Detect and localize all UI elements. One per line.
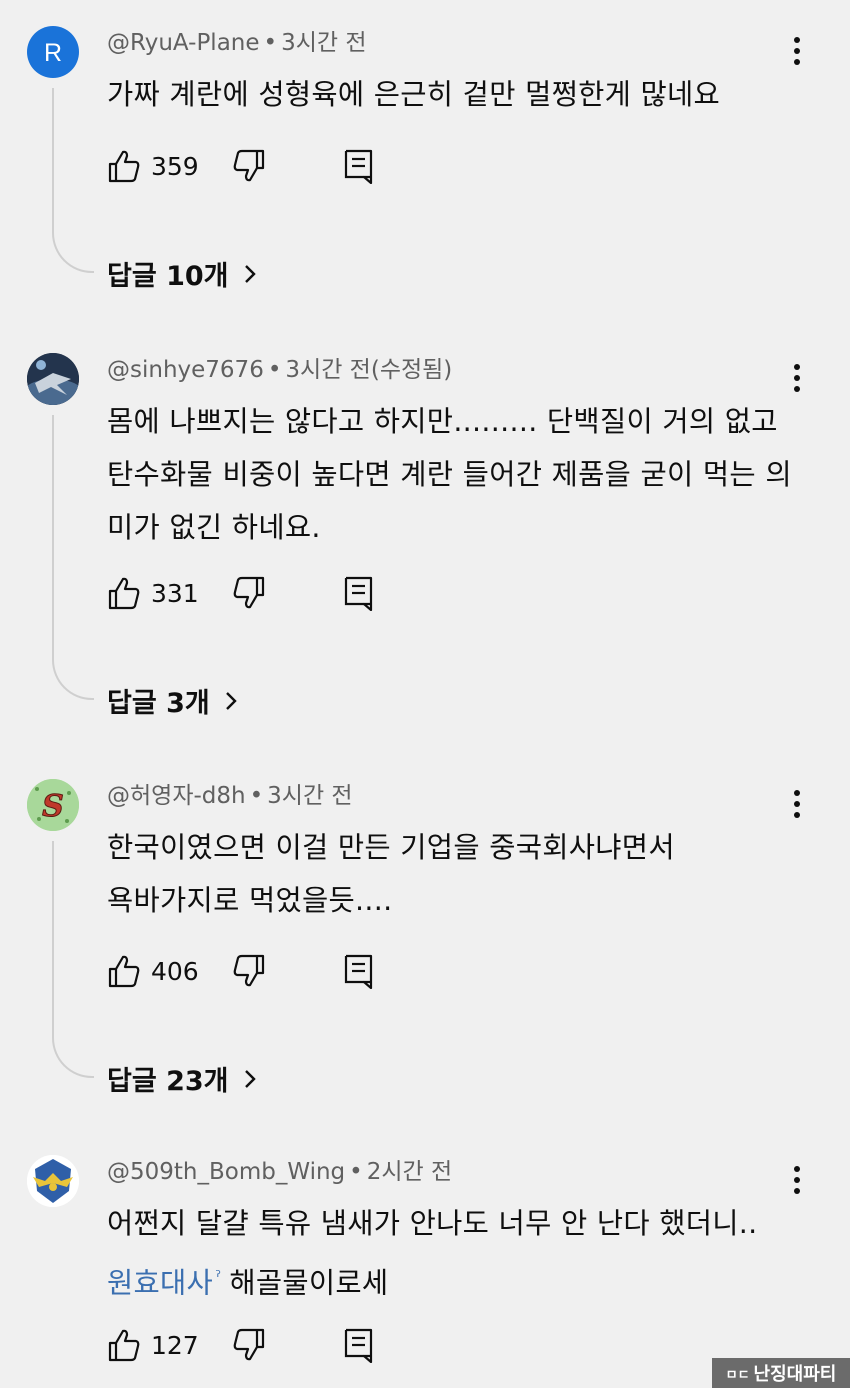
separator-dot: • bbox=[267, 357, 282, 383]
thread-line bbox=[52, 88, 94, 273]
thread-line bbox=[52, 415, 94, 700]
like-button[interactable]: 406 bbox=[107, 953, 199, 989]
reply-button[interactable] bbox=[344, 953, 374, 989]
like-button[interactable]: 331 bbox=[107, 575, 199, 611]
avatar[interactable] bbox=[27, 1155, 79, 1207]
dislike-button[interactable] bbox=[232, 953, 266, 989]
thumbs-up-icon bbox=[108, 577, 140, 610]
reply-comment-icon bbox=[344, 576, 373, 611]
watermark-text: 난징대파티 bbox=[753, 1364, 837, 1385]
reply-comment-icon bbox=[344, 149, 373, 184]
dislike-button[interactable] bbox=[232, 575, 266, 611]
author-name[interactable]: @sinhye7676 bbox=[107, 357, 264, 383]
comment-text: 가짜 계란에 성형육에 은근히 겉만 멀쩡한게 많네요 bbox=[107, 78, 721, 111]
view-replies-button[interactable]: 답글 3개 bbox=[107, 681, 238, 720]
like-count: 127 bbox=[151, 1330, 199, 1360]
avatar[interactable]: R bbox=[27, 26, 79, 78]
like-count: 359 bbox=[151, 151, 199, 181]
timestamp[interactable]: 2시간 전 bbox=[367, 1159, 452, 1185]
dislike-button[interactable] bbox=[232, 1327, 266, 1363]
separator-dot: • bbox=[349, 1159, 363, 1185]
watermark-logo: ㅁㄷ bbox=[725, 1367, 750, 1383]
like-button[interactable]: 127 bbox=[107, 1327, 199, 1363]
comment-meta: @sinhye7676 • 3시간 전(수정됨) bbox=[107, 355, 452, 385]
avatar-letter: R bbox=[44, 39, 62, 67]
like-button[interactable]: 359 bbox=[107, 148, 199, 184]
comment-text: 한국이였으면 이걸 만든 기업을 중국회사냐면서 욕바가지로 먹었을듯.... bbox=[107, 831, 675, 917]
reply-comment-icon bbox=[344, 1328, 373, 1363]
chevron-right-icon bbox=[225, 691, 237, 710]
search-link-icon[interactable]: ˀ bbox=[215, 1267, 221, 1286]
comment-meta: @RyuA-Plane • 3시간 전 bbox=[107, 28, 367, 58]
thumbs-down-icon bbox=[233, 954, 265, 987]
timestamp[interactable]: 3시간 전 bbox=[267, 783, 352, 809]
replies-label: 답글 3개 bbox=[107, 688, 210, 719]
avatar[interactable] bbox=[27, 353, 79, 405]
view-replies-button[interactable]: 답글 23개 bbox=[107, 1059, 257, 1098]
timestamp[interactable]: 3시간 전 bbox=[285, 357, 370, 383]
thumbs-down-icon bbox=[233, 576, 265, 609]
author-name[interactable]: @RyuA-Plane bbox=[107, 30, 260, 56]
like-count: 406 bbox=[151, 956, 199, 986]
more-options-icon[interactable] bbox=[784, 361, 810, 395]
thumbs-down-icon bbox=[233, 1328, 265, 1361]
thumbs-down-icon bbox=[233, 149, 265, 182]
like-count: 331 bbox=[151, 578, 199, 608]
thumbs-up-icon bbox=[108, 955, 140, 988]
view-replies-button[interactable]: 답글 10개 bbox=[107, 254, 257, 293]
replies-label: 답글 23개 bbox=[107, 1066, 229, 1097]
comment-text-tail: 해골물이로세 bbox=[229, 1266, 389, 1300]
more-options-icon[interactable] bbox=[784, 787, 810, 821]
thumbs-up-icon bbox=[108, 1329, 140, 1362]
reply-button[interactable] bbox=[344, 575, 374, 611]
edited-label: (수정됨) bbox=[370, 357, 453, 383]
timestamp[interactable]: 3시간 전 bbox=[281, 30, 366, 56]
more-options-icon[interactable] bbox=[784, 1163, 810, 1197]
comment-text: 몸에 나쁘지는 않다고 하지만......... 단백질이 거의 없고 탄수화물… bbox=[107, 405, 792, 544]
comment-meta: @허영자-d8h • 3시간 전 bbox=[107, 781, 353, 811]
thread-line bbox=[52, 841, 94, 1078]
chevron-right-icon bbox=[244, 264, 256, 283]
comment-body: 어쩐지 달걀 특유 냄새가 안나도 너무 안 난다 했더니.. 원효대사 ˀ 해골물… bbox=[107, 1197, 797, 1310]
author-name[interactable]: @허영자-d8h bbox=[107, 783, 246, 809]
avatar-letter: S bbox=[42, 789, 64, 824]
reply-button[interactable] bbox=[344, 148, 374, 184]
author-name[interactable]: @509th_Bomb_Wing bbox=[107, 1159, 345, 1185]
more-options-icon[interactable] bbox=[784, 34, 810, 68]
reply-comment-icon bbox=[344, 954, 373, 989]
dislike-button[interactable] bbox=[232, 148, 266, 184]
chevron-right-icon bbox=[244, 1069, 256, 1088]
thumbs-up-icon bbox=[108, 150, 140, 183]
watermark: ㅁㄷ 난징대파티 bbox=[712, 1358, 850, 1388]
comment-text: 어쩐지 달걀 특유 냄새가 안나도 너무 안 난다 했더니.. bbox=[107, 1207, 758, 1240]
search-link[interactable]: 원효대사 bbox=[107, 1267, 213, 1300]
replies-label: 답글 10개 bbox=[107, 261, 229, 292]
comment-text-line-2: 원효대사 ˀ 해골물이로세 bbox=[107, 1250, 797, 1310]
separator-dot: • bbox=[263, 30, 278, 56]
reply-button[interactable] bbox=[344, 1327, 374, 1363]
comment-meta: @509th_Bomb_Wing • 2시간 전 bbox=[107, 1157, 452, 1187]
avatar[interactable]: S bbox=[27, 779, 79, 831]
separator-dot: • bbox=[249, 783, 264, 809]
